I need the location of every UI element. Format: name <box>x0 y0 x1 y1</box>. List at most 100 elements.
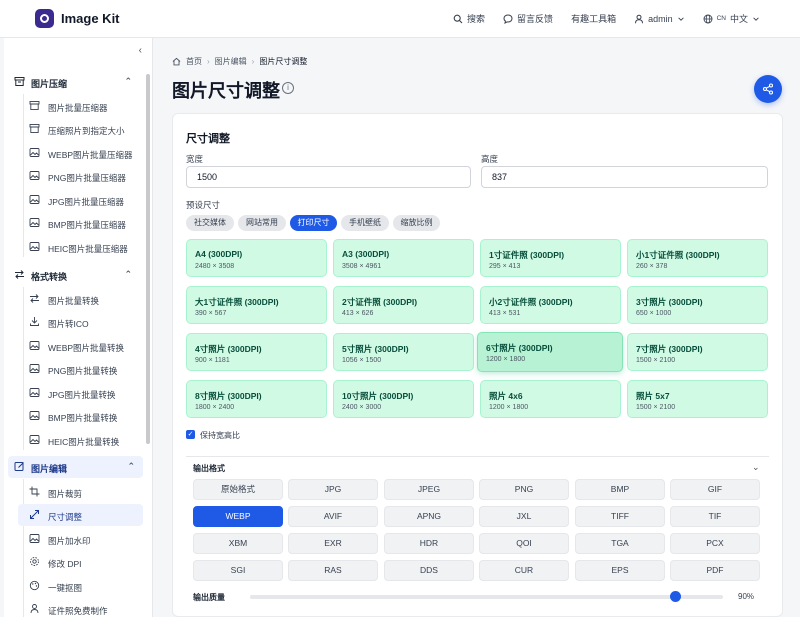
image-icon <box>29 171 40 180</box>
breadcrumb-parent[interactable]: 图片编辑 <box>215 56 247 67</box>
preset-tile[interactable]: 小1寸证件照 (300DPI) 260 × 378 <box>627 239 768 277</box>
nav-feedback[interactable]: 留言反馈 <box>503 12 553 25</box>
format-tga[interactable]: TGA <box>575 533 665 554</box>
preset-tile[interactable]: 3寸照片 (300DPI) 650 × 1000 <box>627 286 768 324</box>
preset-tile[interactable]: 2寸证件照 (300DPI) 413 × 626 <box>333 286 474 324</box>
share-button[interactable] <box>754 75 782 103</box>
crop-icon <box>29 486 40 497</box>
breadcrumb: 首页 › 图片编辑 › 图片尺寸调整 <box>172 56 307 67</box>
sidebar-item-png-compress[interactable]: PNG图片批量压缩器 <box>18 165 143 187</box>
preset-tab-scale[interactable]: 缩放比例 <box>393 215 440 231</box>
sidebar-item-dpi[interactable]: 修改 DPI <box>18 551 143 573</box>
preset-tile[interactable]: 照片 5x7 1500 × 2100 <box>627 380 768 418</box>
preset-tile[interactable]: 5寸照片 (300DPI) 1056 × 1500 <box>333 333 474 371</box>
format-jxl[interactable]: JXL <box>479 506 569 527</box>
format-jpeg[interactable]: JPEG <box>384 479 474 500</box>
format-exr[interactable]: EXR <box>288 533 378 554</box>
app-logo-icon[interactable] <box>35 9 54 28</box>
breadcrumb-home[interactable]: 首页 <box>186 56 202 67</box>
width-input[interactable]: 1500 <box>186 166 471 188</box>
sidebar-item-jpg-convert[interactable]: JPG图片批量转换 <box>18 382 143 404</box>
sidebar-group-edit[interactable]: 图片编辑 ⌃ <box>8 456 143 478</box>
format-apng[interactable]: APNG <box>384 506 474 527</box>
sidebar-item-png-convert[interactable]: PNG图片批量转换 <box>18 358 143 380</box>
sidebar-group-convert[interactable]: 格式转换 ⌃ <box>4 264 144 286</box>
preset-tab-social[interactable]: 社交媒体 <box>186 215 234 231</box>
format-ras[interactable]: RAS <box>288 560 378 581</box>
height-input[interactable]: 837 <box>481 166 768 188</box>
preset-tile[interactable]: 4寸照片 (300DPI) 900 × 1181 <box>186 333 327 371</box>
nav-tools[interactable]: 有趣工具箱 <box>571 12 616 25</box>
sidebar-item-crop[interactable]: 图片裁剪 <box>18 481 143 503</box>
sidebar-item-heic-convert[interactable]: HEIC图片批量转换 <box>18 429 143 451</box>
sidebar-group-label: 格式转换 <box>31 272 68 282</box>
format-xbm[interactable]: XBM <box>193 533 283 554</box>
preset-tile[interactable]: 1寸证件照 (300DPI) 295 × 413 <box>480 239 621 277</box>
sidebar-item-bmp-compress[interactable]: BMP图片批量压缩器 <box>18 212 143 234</box>
nav-lang-code: CN <box>716 15 726 22</box>
user-icon <box>30 604 39 614</box>
preset-tile[interactable]: 8寸照片 (300DPI) 1800 × 2400 <box>186 380 327 418</box>
nav-language[interactable]: CN 中文 <box>703 12 760 25</box>
keep-ratio-label[interactable]: 保持宽高比 <box>200 430 240 441</box>
format-webp[interactable]: WEBP <box>193 506 283 527</box>
format-original[interactable]: 原始格式 <box>193 479 283 500</box>
preset-tile[interactable]: 照片 4x6 1200 × 1800 <box>480 380 621 418</box>
preset-tile[interactable]: 小2寸证件照 (300DPI) 413 × 531 <box>480 286 621 324</box>
sidebar-item-id-photo[interactable]: 证件照免费制作 <box>18 598 143 617</box>
preset-tile-selected[interactable]: 6寸照片 (300DPI) 1200 × 1800 <box>477 332 623 372</box>
format-pdf[interactable]: PDF <box>670 560 760 581</box>
nav-lang-label: 中文 <box>729 14 748 24</box>
format-tiff[interactable]: TIFF <box>575 506 665 527</box>
sidebar-item-to-ico[interactable]: 图片转ICO <box>18 311 143 333</box>
format-qoi[interactable]: QOI <box>479 533 569 554</box>
format-hdr[interactable]: HDR <box>384 533 474 554</box>
format-pcx[interactable]: PCX <box>670 533 760 554</box>
image-icon <box>29 435 40 444</box>
preset-tile[interactable]: A3 (300DPI) 3508 × 4961 <box>333 239 474 277</box>
format-sgi[interactable]: SGI <box>193 560 283 581</box>
app-title[interactable]: Image Kit <box>61 11 120 26</box>
sidebar-item-batch-compress[interactable]: 图片批量压缩器 <box>18 95 143 117</box>
preset-tab-website[interactable]: 网站常用 <box>238 215 286 231</box>
format-bmp[interactable]: BMP <box>575 479 665 500</box>
preset-tile[interactable]: 7寸照片 (300DPI) 1500 × 2100 <box>627 333 768 371</box>
preset-tab-print[interactable]: 打印尺寸 <box>290 215 337 231</box>
format-cur[interactable]: CUR <box>479 560 569 581</box>
sidebar-item-webp-compress[interactable]: WEBP图片批量压缩器 <box>18 142 143 164</box>
preset-tile[interactable]: 大1寸证件照 (300DPI) 390 × 567 <box>186 286 327 324</box>
format-tif[interactable]: TIF <box>670 506 760 527</box>
format-png[interactable]: PNG <box>479 479 569 500</box>
sidebar-item-heic-compress[interactable]: HEIC图片批量压缩器 <box>18 236 143 258</box>
keep-ratio-checkbox[interactable]: ✓ <box>186 430 195 439</box>
sidebar-item-bmp-convert[interactable]: BMP图片批量转换 <box>18 405 143 427</box>
format-eps[interactable]: EPS <box>575 560 665 581</box>
height-label: 高度 <box>481 154 499 164</box>
sidebar-scrollbar[interactable] <box>146 74 150 444</box>
quality-slider-track[interactable] <box>250 595 723 599</box>
sidebar-item-compress-to-size[interactable]: 压缩照片到指定大小 <box>18 118 143 140</box>
nav-search[interactable]: 搜索 <box>453 12 485 25</box>
sidebar-item-cutout[interactable]: 一键抠图 <box>18 575 143 597</box>
sidebar-item-webp-convert[interactable]: WEBP图片批量转换 <box>18 335 143 357</box>
breadcrumb-separator-icon: › <box>207 57 210 66</box>
format-avif[interactable]: AVIF <box>288 506 378 527</box>
sidebar-item-resize[interactable]: 尺寸调整 <box>18 504 143 526</box>
sidebar-item-batch-convert[interactable]: 图片批量转换 <box>18 288 143 310</box>
page-title: 图片尺寸调整 <box>172 81 280 101</box>
sidebar-item-jpg-compress[interactable]: JPG图片批量压缩器 <box>18 189 143 211</box>
format-jpg[interactable]: JPG <box>288 479 378 500</box>
info-icon[interactable]: i <box>282 82 294 94</box>
sidebar-group-compress[interactable]: 图片压缩 ⌃ <box>4 71 144 93</box>
chevron-down-icon[interactable]: ⌄ <box>752 462 760 473</box>
preset-tile[interactable]: A4 (300DPI) 2480 × 3508 <box>186 239 327 277</box>
sidebar-item-watermark[interactable]: 图片加水印 <box>18 528 143 550</box>
preset-tile[interactable]: 10寸照片 (300DPI) 2400 × 3000 <box>333 380 474 418</box>
nav-user-label: admin <box>648 13 673 24</box>
format-gif[interactable]: GIF <box>670 479 760 500</box>
nav-user[interactable]: admin <box>634 14 685 24</box>
collapse-sidebar-icon[interactable]: ‹ <box>139 45 142 56</box>
home-icon[interactable] <box>172 57 181 66</box>
preset-tab-wallpaper[interactable]: 手机壁纸 <box>341 215 389 231</box>
format-dds[interactable]: DDS <box>384 560 474 581</box>
